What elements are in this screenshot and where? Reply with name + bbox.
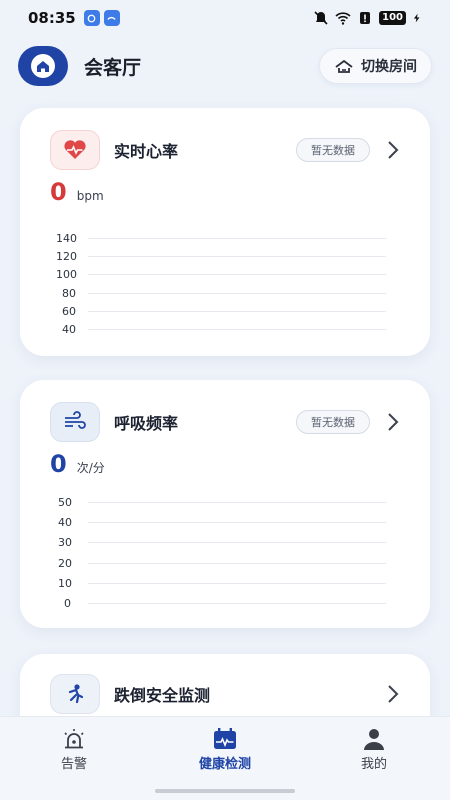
home-button[interactable]: [18, 46, 68, 86]
wifi-icon: [335, 12, 351, 25]
switch-room-label: 切换房间: [361, 59, 417, 75]
gridline: [88, 522, 386, 523]
y-tick-label: 20: [58, 557, 72, 570]
heart-rate-value: 0: [50, 178, 67, 206]
home-icon: [31, 54, 55, 78]
y-tick-label: 50: [58, 496, 72, 509]
bottom-navigation: 告警 健康检测 我的: [0, 716, 450, 800]
notification-app-icon-2: [103, 10, 120, 26]
heart-rate-unit: bpm: [76, 189, 104, 203]
switch-room-button[interactable]: 切换房间: [319, 48, 432, 84]
gridline: [88, 542, 386, 543]
y-tick-label: 0: [64, 597, 71, 610]
y-tick-label: 10: [58, 577, 72, 590]
battery-level: 100: [379, 11, 406, 25]
y-tick-label: 140: [56, 232, 77, 245]
heart-pulse-icon: [64, 140, 86, 159]
chevron-right-icon[interactable]: [386, 412, 400, 432]
status-bar: 08:35 100: [0, 0, 450, 36]
gridline: [88, 293, 386, 294]
breathing-status-badge: 暂无数据: [296, 410, 370, 434]
y-tick-label: 100: [56, 268, 77, 281]
falling-person-icon: [68, 684, 84, 704]
y-tick-label: 80: [62, 287, 76, 300]
nav-item-health[interactable]: 健康检测: [175, 727, 275, 772]
heart-rate-card[interactable]: 实时心率 暂无数据 0 bpm 140 120 100 80 60 40: [20, 108, 430, 356]
breathing-icon-box: [50, 402, 100, 442]
breathing-rate-card[interactable]: 呼吸频率 暂无数据 0 次/分 50 40 30 20 10 0: [20, 380, 430, 628]
gridline: [88, 238, 386, 239]
gridline: [88, 311, 386, 312]
gridline: [88, 256, 386, 257]
notification-app-icon: [83, 10, 100, 26]
heart-rate-chart: 140 120 100 80 60 40: [20, 226, 430, 336]
y-tick-label: 30: [58, 536, 72, 549]
heart-rate-icon-box: [50, 130, 100, 170]
y-tick-label: 40: [62, 323, 76, 336]
switch-room-icon: [335, 59, 353, 73]
breathing-rate-unit: 次/分: [76, 461, 105, 475]
room-title: 会客厅: [84, 56, 142, 79]
header: 会客厅 切换房间: [18, 46, 432, 86]
breathing-rate-title: 呼吸频率: [114, 414, 179, 433]
charging-icon: [413, 13, 420, 23]
heart-rate-title: 实时心率: [114, 142, 179, 161]
gridline: [88, 329, 386, 330]
nav-item-profile[interactable]: 我的: [324, 727, 424, 772]
nav-label: 告警: [60, 757, 87, 772]
gridline: [88, 563, 386, 564]
y-tick-label: 40: [58, 516, 72, 529]
nav-label: 健康检测: [198, 757, 251, 772]
gridline: [88, 274, 386, 275]
home-indicator[interactable]: [155, 789, 295, 793]
status-time: 08:35: [28, 9, 76, 27]
heart-rate-status-badge: 暂无数据: [296, 138, 370, 162]
fall-detection-icon-box: [50, 674, 100, 714]
person-icon: [364, 729, 384, 750]
chevron-right-icon[interactable]: [386, 684, 400, 704]
nav-label: 我的: [360, 757, 387, 772]
alarm-icon: [64, 729, 84, 749]
gridline: [88, 502, 386, 503]
breathing-rate-value: 0: [50, 450, 67, 478]
gridline: [88, 583, 386, 584]
fall-detection-title: 跌倒安全监测: [114, 686, 211, 705]
y-tick-label: 120: [56, 250, 77, 263]
chevron-right-icon[interactable]: [386, 140, 400, 160]
nav-item-alarm[interactable]: 告警: [24, 727, 124, 772]
y-tick-label: 60: [62, 305, 76, 318]
health-calendar-icon: [214, 728, 236, 749]
wind-icon: [65, 411, 86, 429]
alert-icon: [360, 12, 371, 24]
gridline: [88, 603, 386, 604]
mute-icon: [314, 11, 328, 25]
breathing-rate-chart: 50 40 30 20 10 0: [20, 496, 430, 610]
